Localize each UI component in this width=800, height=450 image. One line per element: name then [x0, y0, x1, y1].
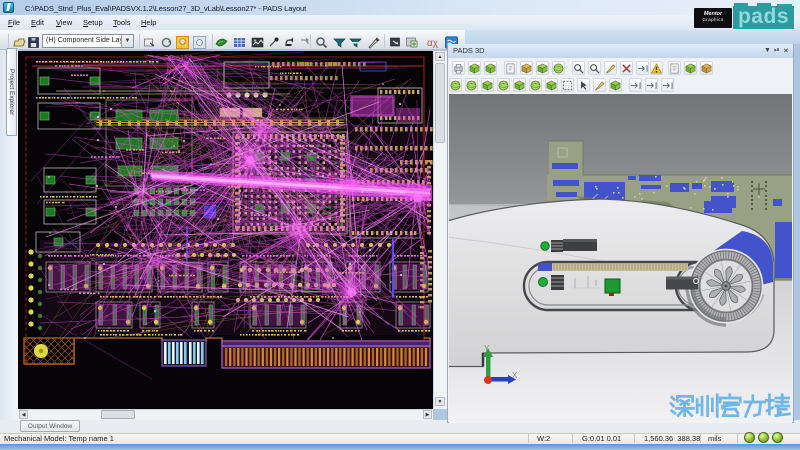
svg-text:X: X — [512, 371, 518, 380]
svg-text:Y: Y — [484, 344, 490, 353]
svg-text:αχ: αχ — [427, 38, 439, 49]
